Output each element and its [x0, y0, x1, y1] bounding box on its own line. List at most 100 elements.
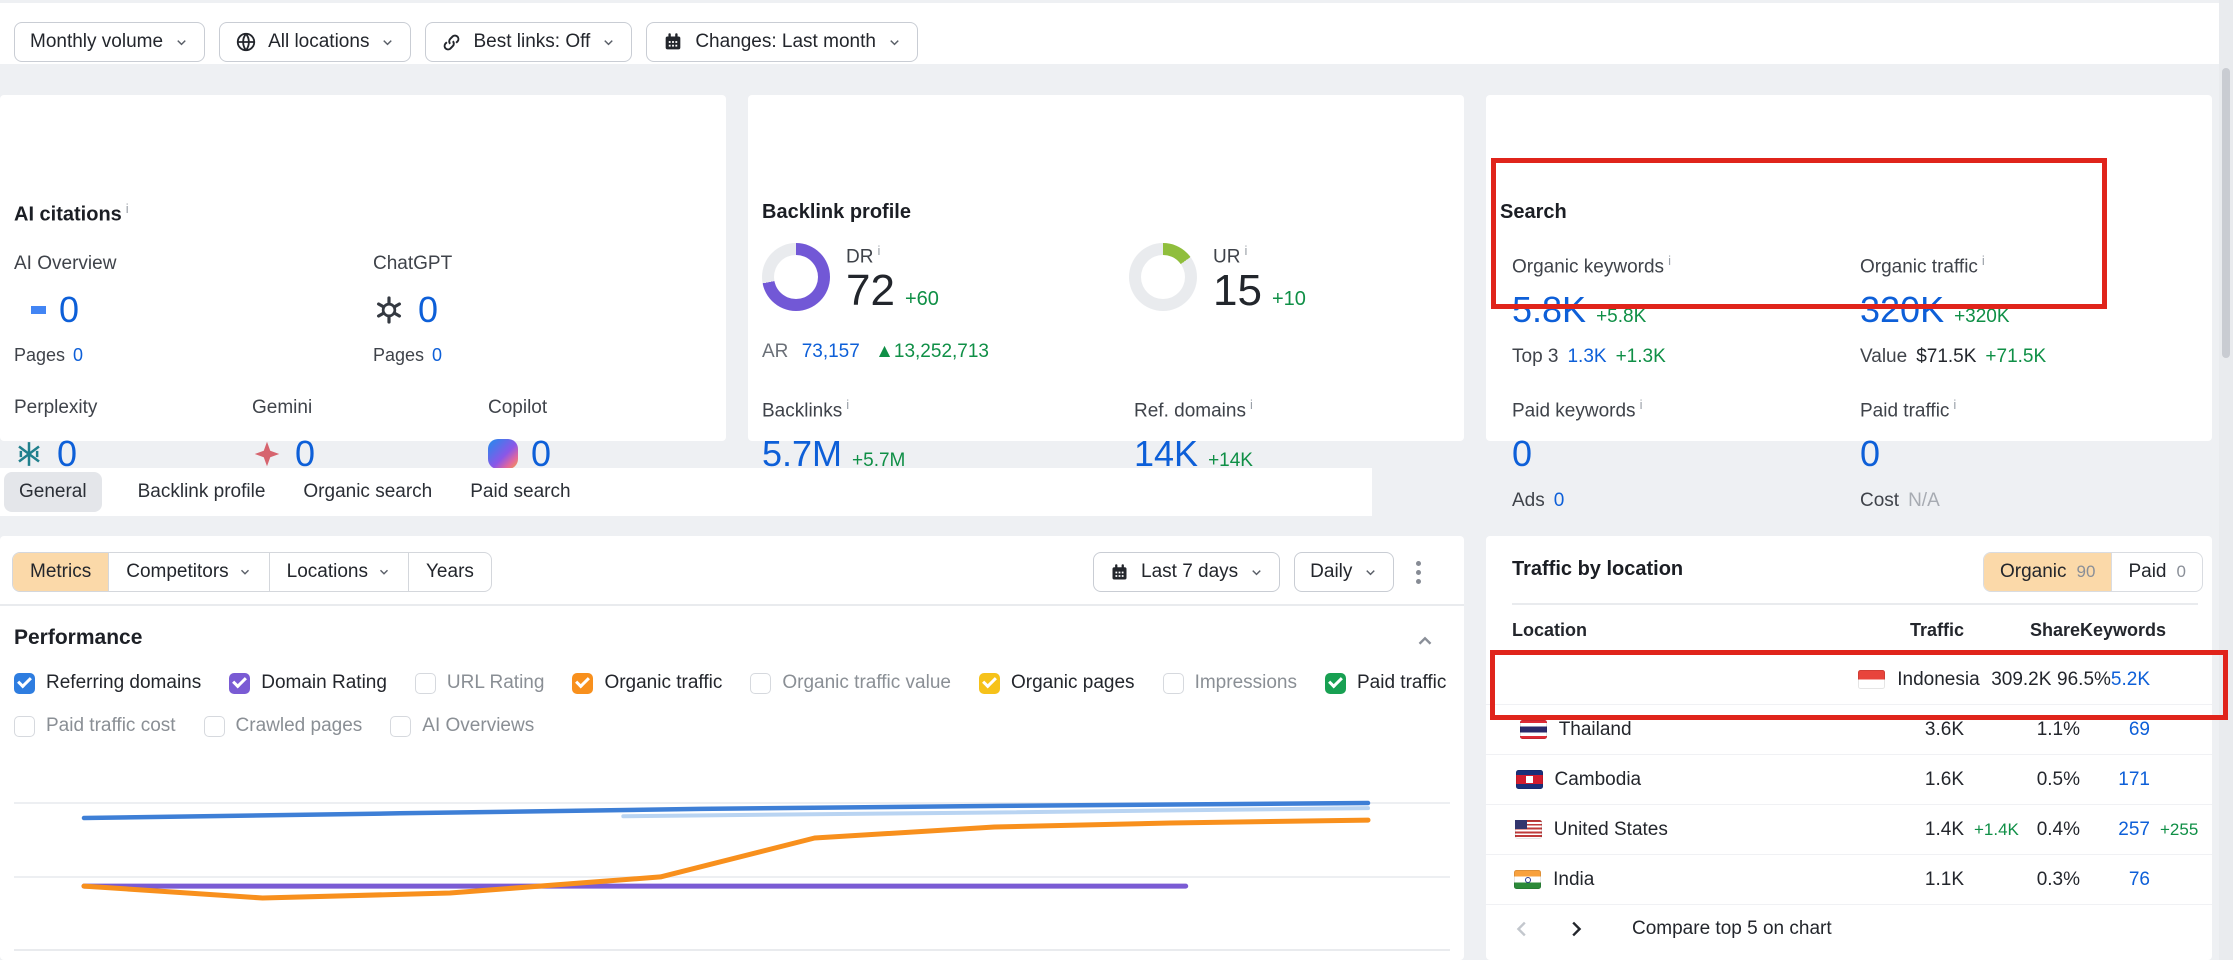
link-icon: [441, 32, 462, 53]
backlink-profile-title: Backlink profile: [762, 201, 911, 224]
search-card: Search Organic keywordsi 5.8K+5.8K Top 3…: [1486, 95, 2212, 441]
keywords-link[interactable]: 257: [2118, 819, 2150, 840]
monthly-volume-dropdown[interactable]: Monthly volume: [14, 22, 205, 62]
ai-overview-value: 0: [59, 289, 79, 331]
prev-page-icon[interactable]: [1512, 918, 1534, 940]
info-icon[interactable]: i: [1244, 243, 1247, 258]
organic-traffic-label: Organic traffici: [1860, 253, 2160, 278]
ar-delta: ▲13,252,713: [875, 341, 989, 362]
info-icon[interactable]: i: [1982, 253, 1985, 268]
segment-metrics[interactable]: Metrics: [13, 553, 108, 591]
google-icon: [14, 294, 46, 326]
metric-referring-domains[interactable]: Referring domains: [14, 672, 201, 694]
share-value: 0.5%: [1964, 769, 2080, 791]
info-icon[interactable]: i: [1953, 397, 1956, 412]
ur-label: URi: [1213, 243, 1306, 268]
ai-overview-metric: AI Overview 0 Pages0: [14, 253, 249, 366]
toggle-paid[interactable]: Paid0: [2111, 553, 2202, 591]
traffic-by-location-panel: Traffic by location Organic90 Paid0 Loca…: [1486, 536, 2212, 960]
keywords-link[interactable]: 76: [2129, 869, 2150, 890]
ads-count-link[interactable]: 0: [1554, 490, 1565, 511]
checkbox-unchecked-icon: [204, 716, 225, 737]
performance-line-chart[interactable]: [0, 760, 1464, 960]
keywords-link[interactable]: 5.2K: [2111, 669, 2150, 690]
domain-overview-dashboard: Monthly volume All locations Best links:…: [0, 0, 2233, 960]
toggle-organic[interactable]: Organic90: [1984, 553, 2111, 591]
metric-organic-traffic[interactable]: Organic traffic: [572, 672, 722, 694]
keywords-link[interactable]: 69: [2129, 719, 2150, 740]
chevron-down-icon: [174, 35, 189, 50]
traffic-value: 1.1K: [1925, 869, 1964, 890]
table-row-united-states[interactable]: United States 1.4K+1.4K 0.4% 257+255: [1486, 805, 2212, 855]
chart-date-controls: Last 7 days Daily: [1093, 552, 1429, 592]
metric-paid-traffic[interactable]: Paid traffic: [1325, 672, 1446, 694]
performance-heading: Performance: [14, 626, 142, 650]
next-page-icon[interactable]: [1564, 918, 1586, 940]
checkbox-unchecked-icon: [14, 716, 35, 737]
tab-general[interactable]: General: [4, 472, 102, 512]
dr-label: DRi: [846, 243, 939, 268]
chevron-down-icon: [601, 35, 616, 50]
panel-divider: [0, 604, 1464, 606]
dr-donut-chart: [762, 243, 830, 311]
segment-competitors[interactable]: Competitors: [108, 553, 268, 591]
best-links-dropdown[interactable]: Best links: Off: [425, 22, 632, 62]
more-options-kebab-icon[interactable]: [1408, 555, 1429, 590]
traffic-value: 3.6K: [1925, 719, 1964, 740]
metric-crawled-pages[interactable]: Crawled pages: [204, 715, 363, 737]
checkbox-unchecked-icon: [750, 673, 771, 694]
metric-organic-traffic-value[interactable]: Organic traffic value: [750, 672, 951, 694]
metric-url-rating[interactable]: URL Rating: [415, 672, 545, 694]
paid-keywords-value[interactable]: 0: [1512, 433, 1812, 475]
segment-years[interactable]: Years: [408, 553, 491, 591]
pages-count-link[interactable]: 0: [432, 345, 442, 365]
tab-organic-search[interactable]: Organic search: [301, 472, 434, 512]
location-name: India: [1553, 869, 1594, 891]
locations-dropdown[interactable]: All locations: [219, 22, 411, 62]
table-row-india[interactable]: India 1.1K 0.3% 76: [1486, 855, 2212, 905]
chevron-down-icon: [377, 565, 391, 579]
ai-citations-title: AI citationsi: [14, 201, 129, 227]
keywords-link[interactable]: 171: [2118, 769, 2150, 790]
granularity-dropdown[interactable]: Daily: [1294, 552, 1394, 592]
organic-traffic-value[interactable]: 320K+320K: [1860, 289, 2160, 331]
info-icon[interactable]: i: [1640, 397, 1643, 412]
ar-value-link[interactable]: 73,157: [802, 341, 860, 362]
changes-label: Changes: Last month: [695, 31, 876, 53]
metric-ai-overviews[interactable]: AI Overviews: [390, 715, 534, 737]
ref-domains-label: Ref. domainsi: [1134, 397, 1253, 422]
tab-paid-search[interactable]: Paid search: [468, 472, 572, 512]
info-icon[interactable]: i: [1250, 397, 1253, 412]
organic-keywords-value[interactable]: 5.8K+5.8K: [1512, 289, 1812, 331]
scrollbar-thumb[interactable]: [2222, 68, 2230, 358]
flag-cambodia-icon: [1516, 770, 1543, 789]
metric-domain-rating[interactable]: Domain Rating: [229, 672, 387, 694]
tab-backlink-profile[interactable]: Backlink profile: [136, 472, 268, 512]
ads-row: Ads0: [1512, 490, 1812, 512]
paid-traffic-value[interactable]: 0: [1860, 433, 2160, 475]
info-icon[interactable]: i: [846, 397, 849, 412]
segment-locations[interactable]: Locations: [269, 553, 408, 591]
table-row-indonesia[interactable]: Indonesia 309.2K 96.5% 5.2K: [1486, 655, 2212, 705]
table-row-cambodia[interactable]: Cambodia 1.6K 0.5% 171: [1486, 755, 2212, 805]
pages-count-link[interactable]: 0: [73, 345, 83, 365]
col-location: Location: [1512, 620, 1824, 641]
checkbox-unchecked-icon: [390, 716, 411, 737]
info-icon[interactable]: i: [126, 201, 129, 216]
collapse-section-icon[interactable]: [1414, 630, 1436, 657]
metric-paid-traffic-cost[interactable]: Paid traffic cost: [14, 715, 176, 737]
info-icon[interactable]: i: [877, 243, 880, 258]
share-value: 0.4%: [1964, 819, 2080, 841]
info-icon[interactable]: i: [1668, 253, 1671, 268]
metric-impressions[interactable]: Impressions: [1163, 672, 1297, 694]
metric-organic-pages[interactable]: Organic pages: [979, 672, 1135, 694]
traffic-value: 1.6K: [1925, 769, 1964, 790]
calendar-icon: [662, 31, 684, 53]
col-share: Share: [1964, 620, 2080, 641]
top3-value-link[interactable]: 1.3K: [1567, 346, 1606, 367]
changes-dropdown[interactable]: Changes: Last month: [646, 22, 918, 62]
organic-traffic-delta: +320K: [1954, 306, 2009, 327]
date-range-dropdown[interactable]: Last 7 days: [1093, 552, 1280, 592]
table-row-thailand[interactable]: Thailand 3.6K 1.1% 69: [1486, 705, 2212, 755]
organic-keywords-block: Organic keywordsi 5.8K+5.8K Top 31.3K+1.…: [1512, 253, 1812, 368]
